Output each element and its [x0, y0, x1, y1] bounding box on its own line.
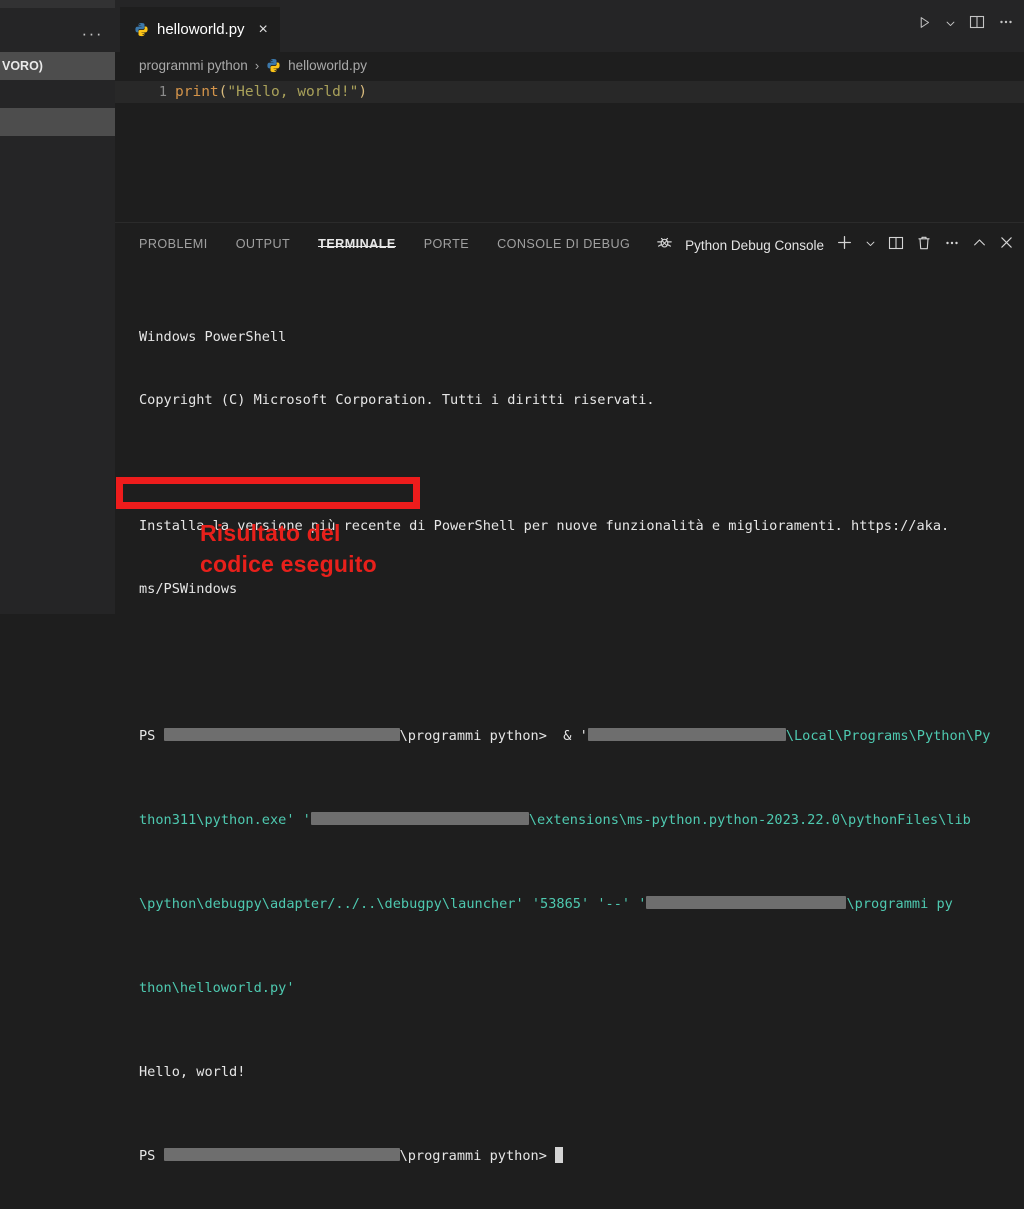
split-panel-icon[interactable] [888, 235, 904, 256]
code-content: print("Hello, world!") [175, 84, 367, 100]
sidebar-title-row: ··· [0, 8, 115, 52]
command-extensions: \extensions\ms-python.python-2023.22.0\p… [529, 812, 971, 828]
panel-action-bar: Python Debug Console [656, 223, 1014, 267]
vscode-window: ··· VORO) helloworld.py × [0, 0, 1024, 614]
split-editor-icon[interactable] [969, 14, 985, 35]
close-icon[interactable]: × [259, 22, 268, 38]
terminal-command-line: thon311\python.exe' ' \extensions\ms-pyth… [139, 810, 1024, 831]
terminal-command-line: thon\helloworld.py' [139, 978, 1024, 999]
sidebar-more-actions-button[interactable]: ··· [82, 30, 103, 38]
ellipsis-icon[interactable] [944, 235, 960, 256]
chevron-right-icon: › [255, 58, 259, 73]
tab-helloworld-py[interactable]: helloworld.py × [120, 7, 280, 52]
trash-icon[interactable] [916, 235, 932, 256]
code-line-1[interactable]: 1 print("Hello, world!") [115, 81, 1024, 103]
python-file-icon [266, 58, 281, 73]
editor-tab-bar: helloworld.py × [115, 0, 1024, 53]
command-debugpy: \python\debugpy\adapter/../..\debugpy\la… [139, 896, 524, 912]
chevron-down-icon[interactable] [945, 16, 956, 34]
play-icon[interactable] [917, 15, 932, 35]
token-close-paren: ) [358, 84, 367, 100]
redacted-path [588, 728, 786, 741]
code-editor[interactable]: 1 print("Hello, world!") [115, 78, 1024, 222]
terminal-line: Windows PowerShell [139, 327, 1024, 348]
redacted-path [164, 728, 400, 741]
terminal-final-prompt-line: PS \programmi python> [139, 1146, 1024, 1167]
terminal-line: Copyright (C) Microsoft Corporation. Tut… [139, 390, 1024, 411]
tab-problemi[interactable]: PROBLEMI [139, 223, 208, 251]
command-space [589, 896, 597, 912]
terminal-line-blank [139, 453, 1024, 474]
command-port-value: '53865' [532, 896, 589, 912]
prompt-prefix: PS [139, 1148, 164, 1164]
breadcrumb: programmi python › helloworld.py [115, 52, 1024, 78]
terminal-selector-label[interactable]: Python Debug Console [685, 238, 824, 253]
panel-header: PROBLEMI OUTPUT TERMINALE PORTE CONSOLE … [115, 223, 1024, 267]
token-string: "Hello, world!" [227, 84, 358, 100]
command-python-exe: thon311\python.exe' ' [139, 812, 311, 828]
redacted-path [311, 812, 529, 825]
command-local-programs: \Local\Programs\Python\Py [786, 728, 991, 744]
terminal-output-result: Hello, world! [139, 1062, 1024, 1083]
command-space2 [630, 896, 638, 912]
command-script-tail: thon\helloworld.py' [139, 980, 295, 996]
ellipsis-icon[interactable] [998, 14, 1014, 35]
terminal-line-blank [139, 642, 1024, 663]
command-dashes: '--' [597, 896, 630, 912]
sidebar-item-label: VORO) [0, 59, 43, 73]
editor-action-bar [917, 14, 1014, 35]
sidebar-item-row[interactable] [0, 80, 115, 108]
line-number: 1 [115, 84, 175, 100]
terminal-prompt-line: PS \programmi python> & ' \Local\Programs… [139, 726, 1024, 747]
command-amp: & ' [547, 728, 588, 744]
prompt-suffix: \programmi python> [400, 1148, 547, 1164]
plus-icon[interactable] [836, 234, 853, 256]
annotation-line-2: codice eseguito [200, 549, 500, 580]
redacted-path [646, 896, 846, 909]
chevron-up-icon[interactable] [972, 235, 987, 255]
debug-console-icon [656, 234, 673, 256]
prompt-prefix: PS [139, 728, 164, 744]
breadcrumb-file[interactable]: helloworld.py [288, 58, 367, 73]
python-file-icon [134, 22, 149, 37]
command-quote: ' [638, 896, 646, 912]
panel-tab-list: PROBLEMI OUTPUT TERMINALE PORTE CONSOLE … [139, 223, 630, 267]
terminal-command-line: \python\debugpy\adapter/../..\debugpy\la… [139, 894, 1024, 915]
chevron-down-icon[interactable] [865, 236, 876, 254]
breadcrumb-folder[interactable]: programmi python [139, 58, 248, 73]
annotation-line-1: Risultato del [200, 518, 500, 549]
tab-porte[interactable]: PORTE [424, 223, 469, 251]
terminal-cursor [555, 1147, 563, 1163]
redacted-path [164, 1148, 400, 1161]
prompt-suffix: \programmi python> [400, 728, 547, 744]
command-programmi-py: \programmi py [846, 896, 952, 912]
tab-terminale[interactable]: TERMINALE [318, 223, 396, 251]
tab-console-di-debug[interactable]: CONSOLE DI DEBUG [497, 223, 630, 251]
tab-label: helloworld.py [157, 21, 245, 38]
sidebar-item-workspace-folder[interactable]: VORO) [0, 52, 115, 80]
tab-output[interactable]: OUTPUT [236, 223, 290, 251]
sidebar-item-row-selected[interactable] [0, 108, 115, 136]
close-icon[interactable] [999, 235, 1014, 255]
terminal-line: ms/PSWindows [139, 579, 1024, 600]
sidebar-tree-body [0, 136, 115, 614]
sidebar-titlebar-strip [0, 0, 115, 8]
annotation-text: Risultato del codice eseguito [200, 518, 500, 580]
command-port [524, 896, 532, 912]
token-function: print [175, 84, 219, 100]
explorer-sidebar: ··· VORO) [0, 0, 115, 614]
